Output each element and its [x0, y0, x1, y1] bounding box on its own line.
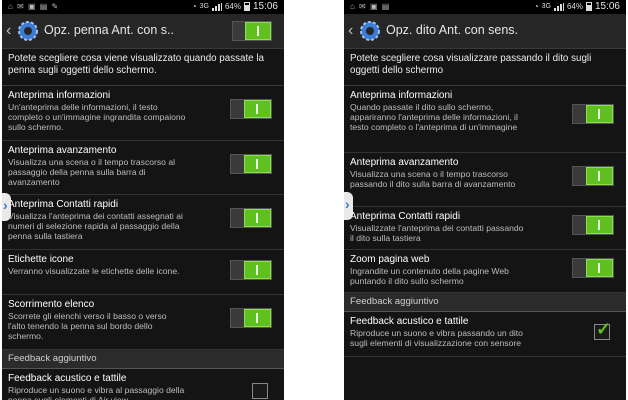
back-icon[interactable]: ‹	[6, 23, 16, 39]
back-icon[interactable]: ‹	[348, 23, 358, 39]
wifi-icon: ◔	[191, 2, 197, 11]
setting-item-info-preview[interactable]: Anteprima informazioni Un'anteprima dell…	[2, 86, 284, 141]
toggle-thumb	[244, 261, 271, 279]
toggle-thumb	[586, 216, 613, 234]
setting-item-quick-contacts[interactable]: Anteprima Contatti rapidi Visualizza l'a…	[2, 195, 284, 250]
feedback-checkbox[interactable]	[252, 383, 268, 399]
setting-item-quick-contacts[interactable]: Anteprima Contatti rapidi Visualizzate l…	[344, 207, 626, 250]
toggle-switch[interactable]	[572, 166, 614, 186]
item-subtitle: Riproduce un suono e vibra al passaggio …	[8, 385, 185, 400]
battery-icon	[243, 2, 250, 11]
toggle-switch[interactable]	[230, 308, 272, 328]
status-icons: ◔ 3G 64% 15:06	[192, 1, 278, 12]
action-bar: ‹ Opz. penna Ant. con s..	[2, 14, 284, 49]
setting-item-feedback[interactable]: Feedback acustico e tattile Riproduce un…	[344, 312, 626, 357]
item-subtitle: Riproduce un suono e vibra passando un d…	[350, 328, 523, 348]
description: Potete scegliere cosa visualizzare passa…	[344, 49, 626, 86]
right-screen: ⌂ ✉ ▣ ▤ ◔ 3G 64% 15:06 ‹ Opz. dito Ant. …	[344, 0, 626, 400]
feedback-checkbox[interactable]: ✓	[594, 319, 611, 340]
wifi-icon: ◔	[533, 2, 539, 11]
item-subtitle: Visualizza l'anteprima dei contatti asse…	[8, 211, 183, 241]
toggle-switch[interactable]	[572, 258, 614, 278]
status-icons: ◔ 3G 64% 15:06	[534, 1, 620, 12]
status-bar: ⌂ ✉ ▣ ▤ ✎ ◔ 3G 64% 15:06	[2, 0, 284, 14]
network-icon: 3G	[199, 3, 209, 10]
toggle-switch[interactable]	[230, 154, 272, 174]
side-tab-icon[interactable]	[2, 193, 11, 221]
item-subtitle: Un'anteprima delle informazioni, il test…	[8, 102, 186, 132]
setting-item-list-scroll[interactable]: Scorrimento elenco Scorrete gli elenchi …	[2, 295, 284, 350]
toggle-thumb	[586, 259, 613, 277]
item-subtitle: Ingrandite un contenuto della pagine Web…	[350, 266, 509, 286]
gear-icon	[360, 21, 380, 41]
toggle-switch[interactable]	[230, 208, 272, 228]
side-tab-icon[interactable]	[344, 192, 353, 220]
setting-item-progress-preview[interactable]: Anteprima avanzamento Visualizza una sce…	[2, 141, 284, 195]
notification-icons: ⌂ ✉ ▣ ▤ ✎	[8, 2, 60, 11]
action-bar: ‹ Opz. dito Ant. con sens.	[344, 14, 626, 49]
network-icon: 3G	[541, 3, 551, 10]
battery-level: 64%	[566, 2, 583, 11]
clock: 15:06	[252, 1, 278, 12]
setting-item-web-zoom[interactable]: Zoom pagina web Ingrandite un contenuto …	[344, 250, 626, 293]
settings-list: Potete scegliere cosa viene visualizzato…	[2, 49, 284, 400]
left-screen: ⌂ ✉ ▣ ▤ ✎ ◔ 3G 64% 15:06 ‹ Opz. penna An…	[2, 0, 284, 400]
item-title: Anteprima informazioni	[350, 90, 453, 101]
item-title: Feedback acustico e tattile	[8, 373, 127, 384]
status-bar: ⌂ ✉ ▣ ▤ ◔ 3G 64% 15:06	[344, 0, 626, 14]
setting-item-icon-labels[interactable]: Etichette icone Verranno visualizzate le…	[2, 250, 284, 295]
item-title: Feedback acustico e tattile	[350, 316, 469, 327]
setting-item-info-preview[interactable]: Anteprima informazioni Quando passate il…	[344, 86, 626, 153]
check-icon: ✓	[596, 319, 612, 339]
toggle-switch[interactable]	[572, 104, 614, 124]
toggle-thumb	[244, 155, 271, 173]
toggle-thumb	[245, 22, 271, 40]
setting-item-feedback[interactable]: Feedback acustico e tattile Riproduce un…	[2, 369, 284, 400]
battery-icon	[585, 2, 592, 11]
toggle-thumb	[244, 100, 271, 118]
setting-item-progress-preview[interactable]: Anteprima avanzamento Visualizza una sce…	[344, 153, 626, 207]
gear-icon	[18, 21, 38, 41]
toggle-thumb	[586, 105, 613, 123]
item-subtitle: Verranno visualizzate le etichette delle…	[8, 266, 180, 276]
toggle-thumb	[586, 167, 613, 185]
page-title: Opz. penna Ant. con s..	[44, 23, 174, 37]
master-toggle[interactable]	[232, 21, 272, 41]
toggle-thumb	[244, 309, 271, 327]
item-subtitle: Visualizza una scena o il tempo trascors…	[350, 169, 516, 189]
item-subtitle: Visualizzate l'anteprima dei contatti pa…	[350, 223, 524, 243]
item-subtitle: Scorrete gli elenchi verso il basso o ve…	[8, 311, 167, 341]
settings-list: Potete scegliere cosa visualizzare passa…	[344, 49, 626, 357]
item-subtitle: Visualizza una scena o il tempo trascors…	[8, 157, 176, 187]
notification-icons: ⌂ ✉ ▣ ▤	[350, 2, 391, 11]
toggle-switch[interactable]	[230, 260, 272, 280]
battery-level: 64%	[224, 2, 241, 11]
description: Potete scegliere cosa viene visualizzato…	[2, 49, 284, 86]
toggle-thumb	[244, 209, 271, 227]
toggle-switch[interactable]	[572, 215, 614, 235]
signal-icon	[211, 2, 222, 11]
section-header: Feedback aggiuntivo	[2, 350, 284, 369]
signal-icon	[553, 2, 564, 11]
section-header: Feedback aggiuntivo	[344, 293, 626, 312]
clock: 15:06	[594, 1, 620, 12]
page-title: Opz. dito Ant. con sens.	[386, 23, 519, 37]
item-subtitle: Quando passate il dito sullo schermo, ap…	[350, 102, 518, 132]
toggle-switch[interactable]	[230, 99, 272, 119]
